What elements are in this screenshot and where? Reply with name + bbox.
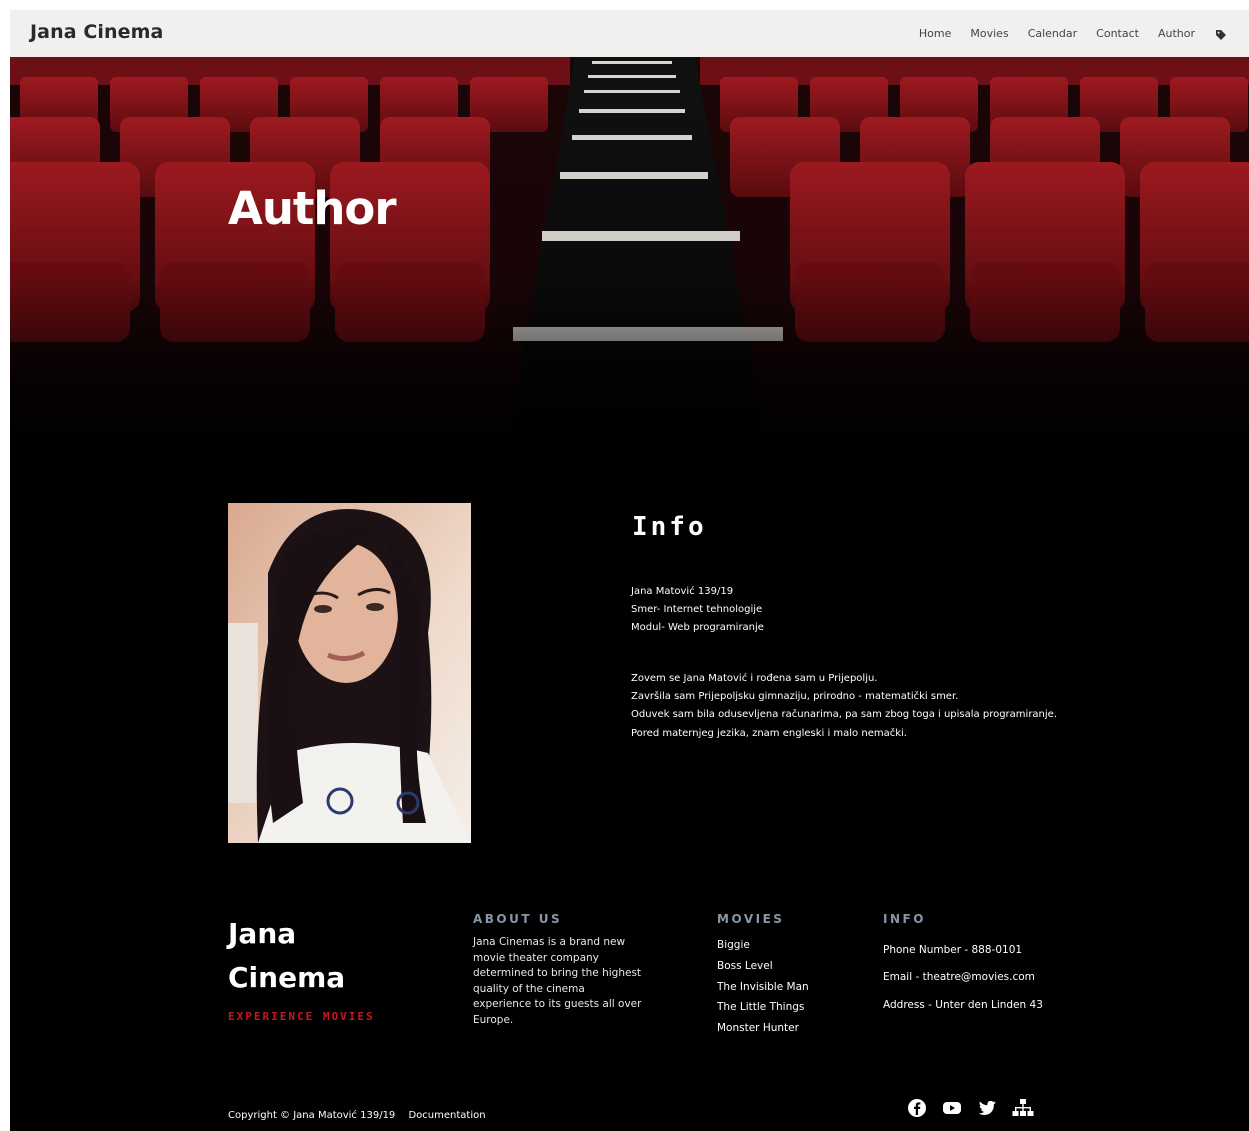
author-photo [228, 503, 471, 843]
sitemap-icon[interactable] [1012, 1098, 1034, 1118]
youtube-icon[interactable] [942, 1098, 962, 1118]
nav-movies[interactable]: Movies [970, 27, 1008, 40]
about-heading: ABOUT US [473, 912, 563, 926]
author-major-line: Smer- Internet tehnologije [631, 604, 763, 616]
movie-link[interactable]: The Invisible Man [717, 977, 809, 998]
page-title: Author [228, 182, 397, 235]
tag-icon[interactable] [1215, 28, 1227, 40]
email-info: Email - theatre@movies.com [883, 971, 1035, 984]
nav-contact[interactable]: Contact [1096, 27, 1139, 40]
author-details: Jana Matović 139/19 Smer- Internet tehno… [631, 583, 764, 638]
nav-links: Home Movies Calendar Contact Author [919, 10, 1227, 57]
about-text: Jana Cinemas is a brand new movie theate… [473, 936, 642, 1026]
author-bio: Zovem se Jana Matović i rođena sam u Pri… [631, 670, 1057, 743]
copyright-text: Copyright © Jana Matović 139/19 [228, 1110, 396, 1121]
hero-banner: Author [10, 57, 1249, 457]
movie-link[interactable]: Monster Hunter [717, 1018, 809, 1039]
bio-line: Završila sam Prijepoljsku gimnaziju, pri… [631, 691, 959, 703]
phone-info: Phone Number - 888-0101 [883, 944, 1023, 956]
info-heading: Info [632, 512, 707, 542]
movies-heading: MOVIES [717, 912, 785, 926]
nav-home[interactable]: Home [919, 27, 951, 40]
footer-brand-line2: Cinema [228, 961, 346, 994]
nav-calendar[interactable]: Calendar [1028, 27, 1077, 40]
movie-link[interactable]: The Little Things [717, 997, 809, 1018]
page: Jana Cinema Home Movies Calendar Contact… [10, 10, 1249, 1131]
nav-author[interactable]: Author [1158, 27, 1195, 40]
footer-tagline: EXPERIENCE MOVIES [228, 1010, 375, 1023]
twitter-icon[interactable] [977, 1098, 997, 1118]
info-footer-heading: INFO [883, 912, 926, 926]
cinema-seats-image [10, 57, 1249, 457]
copyright: Copyright © Jana Matović 139/19 Document… [228, 1110, 486, 1121]
bio-line: Oduvek sam bila odusevljena računarima, … [631, 709, 1058, 721]
bio-line: Pored maternjeg jezika, znam engleski i … [631, 727, 907, 739]
social-links [907, 1098, 1034, 1118]
documentation-link[interactable]: Documentation [408, 1110, 485, 1121]
footer-brand: Jana Cinema [228, 912, 345, 1000]
address-info: Address - Unter den Linden 43 [883, 998, 1043, 1011]
bio-line: Zovem se Jana Matović i rođena sam u Pri… [631, 673, 878, 684]
facebook-icon[interactable] [907, 1098, 927, 1118]
movie-link[interactable]: Biggie [717, 935, 809, 956]
brand-logo[interactable]: Jana Cinema [30, 21, 163, 43]
contact-info-list: Phone Number - 888-0101 Email - theatre@… [883, 937, 1043, 1019]
author-module-line: Modul- Web programiranje [631, 622, 764, 634]
author-name-line: Jana Matović 139/19 [631, 586, 734, 597]
footer-brand-line1: Jana [228, 917, 297, 950]
navbar: Jana Cinema Home Movies Calendar Contact… [10, 10, 1249, 57]
movie-link[interactable]: Boss Level [717, 956, 809, 977]
movies-list: Biggie Boss Level The Invisible Man The … [717, 935, 809, 1039]
